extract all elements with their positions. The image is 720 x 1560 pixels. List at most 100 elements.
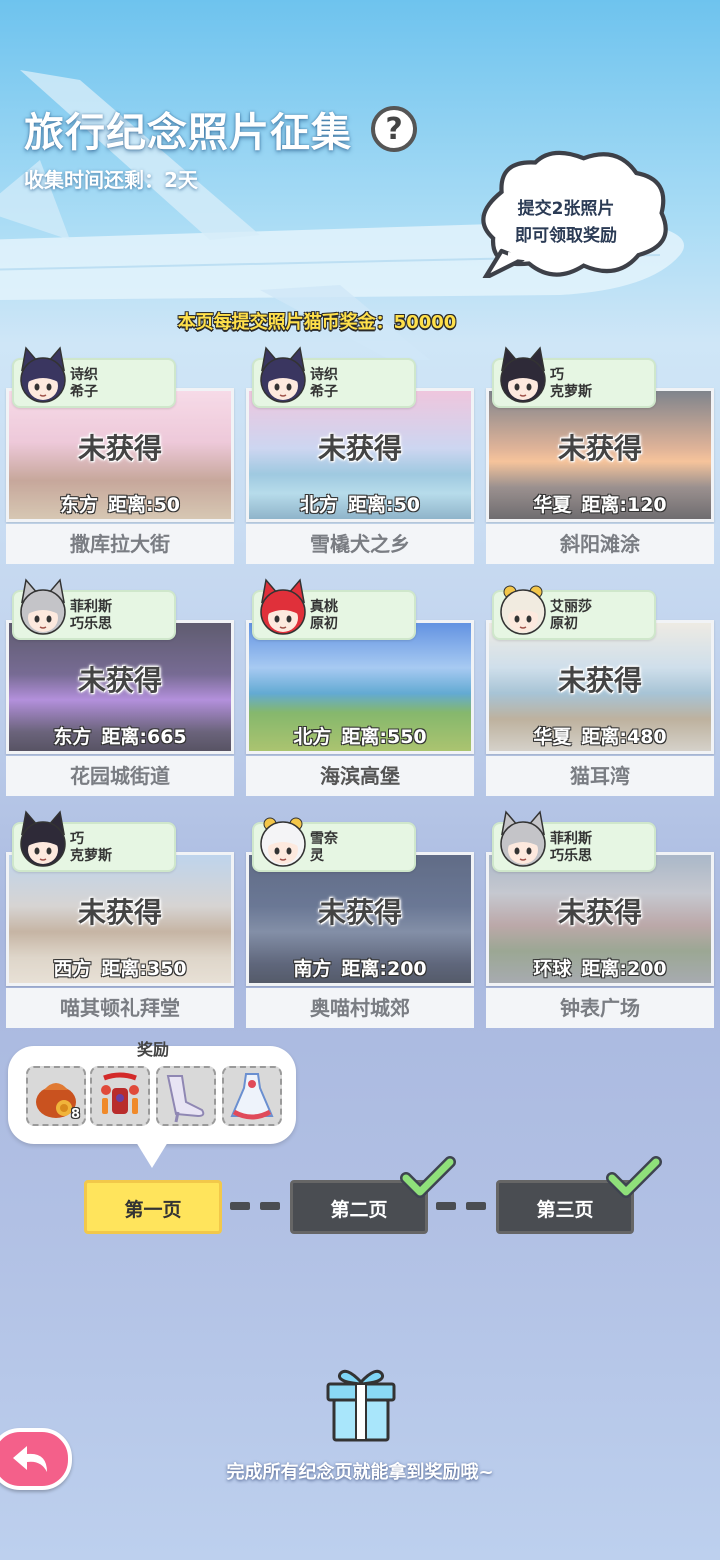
card-location-name: 喵其顿礼拜堂 [6, 988, 234, 1028]
reward-label: 奖励 [136, 1040, 169, 1059]
card-direction: 东方 [53, 726, 92, 748]
cloud-tip-text: 提交2张照片 即可领取奖励 [486, 196, 646, 250]
page-connector [230, 1202, 280, 1210]
card-distance: 东方 距离:665 [9, 722, 231, 749]
character-names: 艾丽莎 原初 [550, 599, 592, 633]
photo-card[interactable]: 未获得 环球 距离:200 钟表广场 菲利斯 巧乐思 [486, 810, 714, 1028]
help-button[interactable]: ? [371, 106, 418, 152]
character-name-2: 灵 [310, 848, 324, 864]
card-distance-value: 距离:550 [341, 726, 427, 748]
character-tag: 菲利斯 巧乐思 [12, 578, 176, 640]
ornament-icon [101, 1072, 139, 1114]
dress-icon [230, 1073, 274, 1120]
character-name-2: 希子 [310, 384, 338, 400]
character-names: 巧克萝斯 [70, 831, 112, 865]
photo-card[interactable]: 未获得北方 距离:50 雪橇犬之乡 诗织 希子 [246, 346, 474, 564]
card-distance-value: 距离:480 [581, 726, 667, 748]
photo-card[interactable]: 未获得 东方 距离:50 撒库拉大街 诗织 希子 [6, 346, 234, 564]
card-location-name: 海滨高堡 [246, 756, 474, 796]
photo-card[interactable]: 未获得 华夏 距离:480 猫耳湾 艾丽莎 原初 [486, 585, 714, 796]
character-name-2: 巧乐思 [70, 616, 112, 632]
character-avatar-icon [20, 578, 66, 635]
reward-item-3[interactable] [156, 1066, 216, 1126]
reward-item-2[interactable] [90, 1066, 150, 1126]
character-avatar-icon [500, 346, 546, 403]
location-photo: 未获得 东方 距离:50 [6, 388, 234, 522]
character-name-1: 诗织 [70, 367, 98, 383]
character-tag: 真桃 原初 [252, 578, 416, 640]
card-direction: 北方 [293, 726, 332, 748]
header: 旅行纪念照片征集 ? 收集时间还剩：2天 [24, 100, 418, 193]
character-tag: 诗织 希子 [252, 346, 416, 408]
card-distance-value: 距离:350 [101, 958, 187, 980]
cloud-tip-line1: 提交2张照片 [517, 199, 615, 219]
character-names: 雪奈灵 [310, 831, 338, 865]
card-distance-value: 距离:50 [347, 494, 421, 516]
character-name-1: 雪奈 [310, 831, 338, 847]
character-names: 诗织 希子 [310, 367, 338, 401]
character-name-2: 克萝斯 [550, 384, 592, 400]
photo-card[interactable]: 未获得 东方 距离:665 花园城街道 菲利斯 巧乐思 [6, 578, 234, 796]
card-location-name: 斜阳滩涂 [486, 524, 714, 564]
reward-item-1[interactable]: 8 [26, 1066, 86, 1126]
character-avatar-icon [500, 585, 546, 635]
card-distance: 华夏 距离:120 [489, 490, 711, 517]
character-name-1: 艾丽莎 [550, 599, 592, 615]
character-tag: 雪奈灵 [252, 817, 416, 872]
card-direction: 华夏 [533, 726, 572, 748]
character-avatar-icon [20, 810, 66, 867]
card-location-name: 花园城街道 [6, 756, 234, 796]
card-distance: 北方 距离:50 [249, 490, 471, 517]
photo-card[interactable]: 未获得 西方 距离:350 喵其顿礼拜堂巧克萝斯 [6, 810, 234, 1028]
card-status: 未获得 [317, 432, 402, 465]
character-name-1: 巧 [550, 367, 564, 383]
character-name-2: 原初 [310, 616, 338, 632]
location-photo: 北方 距离:550 [246, 620, 474, 754]
card-distance-value: 距离:200 [581, 958, 667, 980]
reward-item-4[interactable] [222, 1066, 282, 1126]
card-distance-value: 距离:665 [101, 726, 187, 748]
character-avatar-icon [260, 346, 306, 403]
character-name-1: 诗织 [310, 367, 338, 383]
gift-box-icon[interactable] [322, 1366, 400, 1442]
photo-card[interactable]: 未获得 南方 距离:200 奥喵村城郊 雪奈灵 [246, 817, 474, 1028]
card-direction: 南方 [293, 958, 332, 980]
location-photo: 未获得 环球 距离:200 [486, 852, 714, 986]
card-location-name: 雪橇犬之乡 [246, 524, 474, 564]
card-distance: 北方 距离:550 [249, 722, 471, 749]
card-distance: 华夏 距离:480 [489, 722, 711, 749]
character-tag: 菲利斯 巧乐思 [492, 810, 656, 872]
character-name-1: 菲利斯 [70, 599, 112, 615]
card-status: 未获得 [557, 664, 642, 697]
card-status: 未获得 [557, 432, 642, 465]
character-names: 菲利斯 巧乐思 [550, 831, 592, 865]
character-avatar-icon [260, 578, 306, 635]
character-name-2: 巧乐思 [550, 848, 592, 864]
character-name-2: 原初 [550, 616, 578, 632]
location-photo: 未获得东方 距离:665 [6, 620, 234, 754]
card-direction: 西方 [53, 958, 92, 980]
character-tag: 艾丽莎 原初 [492, 585, 656, 640]
character-name-2: 希子 [70, 384, 98, 400]
card-status: 未获得 [77, 664, 162, 697]
photo-card[interactable]: 北方 距离:550 海滨高堡 真桃 原初 [246, 578, 474, 796]
back-button[interactable] [0, 1428, 72, 1490]
card-direction: 华夏 [533, 494, 572, 516]
character-names: 诗织 希子 [70, 367, 98, 401]
card-distance: 南方 距离:200 [249, 954, 471, 981]
card-distance: 东方 距离:50 [9, 490, 231, 517]
reward-count: 8 [70, 1107, 80, 1122]
location-photo: 未获得南方 距离:200 [246, 852, 474, 986]
page-title: 旅行纪念照片征集 [24, 110, 352, 156]
card-distance-value: 距离:200 [341, 958, 427, 980]
location-photo: 未获得华夏 距离:120 [486, 388, 714, 522]
card-location-name: 撒库拉大街 [6, 524, 234, 564]
check-icon [400, 1156, 456, 1198]
photo-card[interactable]: 未获得 华夏 距离:120 斜阳滩涂巧克萝斯 [486, 346, 714, 564]
card-status: 未获得 [317, 896, 402, 929]
bonus-text: 本页每提交照片猫币奖金：50000 [177, 312, 457, 333]
card-direction: 北方 [299, 494, 338, 516]
page-connector [436, 1202, 486, 1210]
page-tab-1[interactable]: 第一页 [84, 1180, 222, 1234]
check-icon [606, 1156, 662, 1198]
